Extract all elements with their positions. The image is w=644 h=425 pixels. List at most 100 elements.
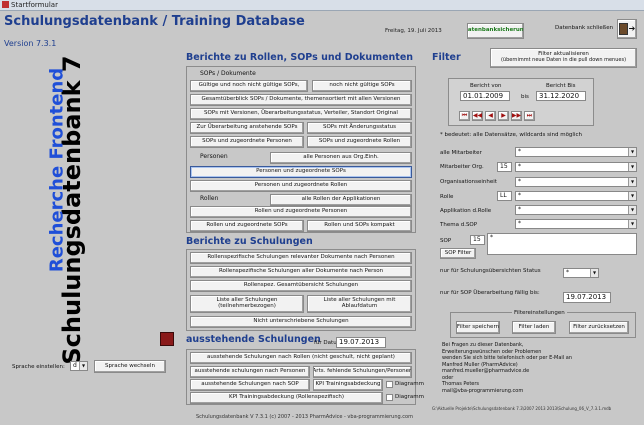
status-select[interactable]: * ▼ <box>563 268 599 278</box>
overview-sops-button[interactable]: Gesamtüberblick SOPs / Dokumente, themen… <box>190 94 412 106</box>
update-filter-hint: (übernimmt neue Daten in die pull down m… <box>500 57 627 64</box>
persons-label: Personen <box>200 153 228 160</box>
role-value: * <box>518 192 521 199</box>
update-filter-button[interactable]: Filter aktualisieren (übernimmt neue Date… <box>490 48 637 68</box>
chevron-down-icon: ▼ <box>628 163 636 171</box>
nav-prev-button[interactable]: ◀ <box>485 111 496 121</box>
trainings-heading: Berichte zu Schulungen <box>186 236 313 247</box>
sops-due-button[interactable]: Zur Überarbeitung anstehende SOPs <box>190 122 304 134</box>
sop-input[interactable]: * <box>487 233 637 255</box>
kpi-button[interactable]: KPI Trainingsabdeckung <box>313 379 383 391</box>
sop-review-label-text: nur für SOP Überarbeitung fällig bis: <box>440 290 540 296</box>
kpi-diagram-checkbox[interactable] <box>386 381 393 388</box>
sop-flag[interactable]: 15 <box>470 235 485 245</box>
filter-save-button[interactable]: Filter speichern <box>456 321 500 334</box>
role-overview-button[interactable]: Rollenspez. Gesamtübersicht Schulungen <box>190 280 412 292</box>
exit-door-icon <box>618 23 628 35</box>
nav-prev-fast-button[interactable]: ◀◀ <box>472 111 483 121</box>
valid-sops-button[interactable]: Gültige und noch nicht gültige SOPs, <box>190 80 308 92</box>
language-switch-button[interactable]: Sprache wechseln <box>94 360 166 373</box>
kpi-role-diagram-checkbox[interactable] <box>386 394 393 401</box>
from-date-input[interactable]: 01.01.2009 <box>460 91 510 101</box>
status-value: * <box>566 269 569 276</box>
database-path: G:\Aktuelle Projekte\Schulungsdatenbank … <box>432 406 612 411</box>
filter-settings-label: Filtereinstellungen <box>512 310 567 316</box>
prev-icon: ◀ <box>488 111 493 119</box>
nav-last-button[interactable]: ⏭ <box>524 111 535 121</box>
roles-sops-button[interactable]: Rollen und zugeordnete SOPs <box>190 220 304 232</box>
bis-label: bis <box>521 94 529 100</box>
access-icon <box>160 332 174 346</box>
persons-roles-button[interactable]: Personen und zugeordnete Rollen <box>190 180 412 192</box>
sops-roles-button[interactable]: SOPs und zugeordnete Rollen <box>307 136 412 148</box>
close-db-button[interactable]: ➔ <box>617 19 637 39</box>
chevron-down-icon: ▼ <box>628 220 636 228</box>
sop-filter-button[interactable]: SOP Filter <box>440 248 476 259</box>
current-date: Freitag, 19. Juli 2013 <box>385 28 442 34</box>
to-date-input[interactable]: 31.12.2020 <box>536 91 586 101</box>
employee-org-select[interactable]: * ▼ <box>515 162 637 172</box>
filter-note: * bedeutet: alle Datensätze, wildcards s… <box>440 132 582 138</box>
theme-select[interactable]: * ▼ <box>515 219 637 229</box>
role-label: Rolle <box>440 194 454 200</box>
unsigned-trainings-button[interactable]: Nicht unterschriebene Schulungen <box>190 316 412 328</box>
backup-button[interactable]: Datenbanksicherung <box>467 23 524 39</box>
nav-next-button[interactable]: ▶ <box>498 111 509 121</box>
chevron-down-icon: ▼ <box>628 192 636 200</box>
role-trainings-button[interactable]: Rollenspezifische Schulungen relevanter … <box>190 252 412 264</box>
pending-heading: ausstehende Schulungen <box>186 334 321 345</box>
list-per-participant-button[interactable]: Liste aller Schulungen (teilnehmerbezoge… <box>190 295 304 313</box>
org-unit-label: Organisationseinheit <box>440 179 497 185</box>
window-titlebar: Startformular <box>0 0 644 11</box>
pending-by-role-button[interactable]: ausstehende Schulungen nach Rollen (nich… <box>190 352 412 364</box>
employee-label: alle Mitarbeiter <box>440 150 482 156</box>
roles-label: Rollen <box>200 195 219 202</box>
sops-versions-button[interactable]: SOPs mit Versionen, Überarbeitungsstatus… <box>190 108 412 120</box>
fast-forward-icon: ▶▶ <box>511 111 522 119</box>
app-title: Schulungsdatenbank / Training Database <box>4 14 305 29</box>
chevron-down-icon: ▼ <box>628 148 636 156</box>
last-icon: ⏭ <box>526 111 533 119</box>
pending-by-person-button[interactable]: ausstehende schulungen nach Personen <box>190 366 310 378</box>
contact-email[interactable]: mail@vba-programmierung.com <box>442 388 572 395</box>
sops-changes-button[interactable]: SOPs mit Änderungsstatus <box>307 122 412 134</box>
sops-persons-button[interactable]: SOPs und zugeordnete Personen <box>190 136 304 148</box>
employee-org-flag[interactable]: 15 <box>497 162 512 172</box>
contact-info: Bei Fragen zu dieser Datenbank, Erweiter… <box>442 342 572 394</box>
roles-apps-button[interactable]: alle Rollen der Applikationen <box>270 194 412 206</box>
roles-persons-button[interactable]: Rollen und zugeordnete Personen <box>190 206 412 218</box>
persons-sops-button[interactable]: Personen und zugeordnete SOPs <box>190 166 412 178</box>
contact-line: wenden Sie sich bitte telefonisch oder p… <box>442 355 573 361</box>
chevron-down-icon: ▼ <box>628 178 636 186</box>
filter-reset-button[interactable]: Filter zurücksetzen <box>569 321 629 334</box>
org-unit-value: * <box>518 178 521 185</box>
roles-sops-compact-button[interactable]: Rollen und SOPs kompakt <box>307 220 412 232</box>
pending-by-sop-button[interactable]: ausstehende Schulungen nach SOP <box>190 379 310 391</box>
nav-next-fast-button[interactable]: ▶▶ <box>511 111 522 121</box>
vertical-app-subtitle: Recherche Frontend <box>46 67 68 273</box>
kpi-role-button[interactable]: KPI Trainingsabdeckung (Rollenspezifisch… <box>190 392 383 404</box>
exit-arrow-icon: ➔ <box>628 23 636 33</box>
list-with-schedule-button[interactable]: Liste aller Schulungen mit Ablaufdatum <box>307 295 412 313</box>
kpi-diagram-label: Diagramm <box>395 381 424 387</box>
role-trainings-all-button[interactable]: Rollenspezifische Schulungen aller Dokum… <box>190 266 412 278</box>
persons-org-button[interactable]: alle Personen aus Org.Einh. <box>270 152 412 164</box>
org-unit-select[interactable]: * ▼ <box>515 177 637 187</box>
language-value: d <box>73 362 77 369</box>
application-select[interactable]: * ▼ <box>515 205 637 215</box>
filter-load-button[interactable]: Filter laden <box>512 321 556 334</box>
role-flag[interactable]: LL <box>497 191 512 201</box>
role-select[interactable]: * ▼ <box>515 191 637 201</box>
employee-select[interactable]: * ▼ <box>515 147 637 157</box>
rewind-icon: ◀◀ <box>472 111 483 119</box>
not-valid-sops-button[interactable]: noch nicht gültige SOPs <box>312 80 412 92</box>
nav-first-button[interactable]: ⏮ <box>459 111 470 121</box>
chevron-down-icon: ▼ <box>79 362 87 370</box>
pending-by-arts-button[interactable]: Arts. fehlende Schulungen/Personen <box>313 366 412 378</box>
theme-label: Thema d.SOP <box>440 222 478 228</box>
pending-date-input[interactable]: 19.07.2013 <box>336 337 386 348</box>
sop-review-date-input[interactable]: 19.07.2013 <box>563 292 611 303</box>
language-select[interactable]: d ▼ <box>70 361 88 371</box>
application-label: Applikation d.Rolle <box>440 208 492 214</box>
status-label: nur für Schulungsübersichten Status <box>440 268 560 275</box>
